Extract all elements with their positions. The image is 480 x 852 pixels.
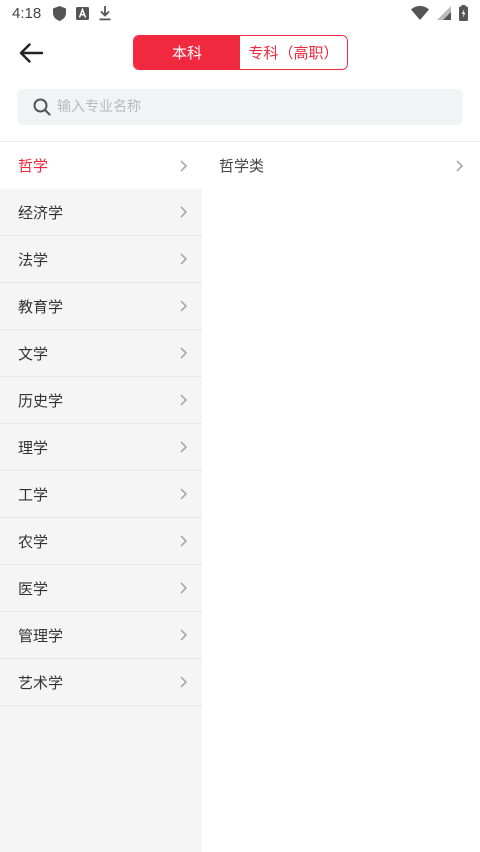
chevron-right-icon xyxy=(454,159,464,173)
category-label: 艺术学 xyxy=(18,673,64,692)
arrow-left-icon xyxy=(19,43,43,63)
chevron-right-icon xyxy=(178,628,188,642)
category-label: 工学 xyxy=(18,485,49,504)
category-item[interactable]: 理学 xyxy=(0,424,202,471)
chevron-right-icon xyxy=(178,159,188,173)
a-badge-icon xyxy=(76,6,90,20)
chevron-right-icon xyxy=(178,487,188,501)
tab-undergraduate[interactable]: 本科 xyxy=(134,36,240,69)
category-label: 文学 xyxy=(18,344,49,363)
chevron-right-icon xyxy=(178,393,188,407)
back-button[interactable] xyxy=(16,38,46,68)
chevron-right-icon xyxy=(178,675,188,689)
chevron-right-icon xyxy=(178,299,188,313)
category-label: 医学 xyxy=(18,579,49,598)
category-item[interactable]: 历史学 xyxy=(0,377,202,424)
category-label: 历史学 xyxy=(18,391,64,410)
chevron-right-icon xyxy=(178,346,188,360)
category-item[interactable]: 艺术学 xyxy=(0,659,202,706)
chevron-right-icon xyxy=(178,581,188,595)
wifi-icon xyxy=(411,6,429,20)
category-label: 管理学 xyxy=(18,626,64,645)
category-item[interactable]: 哲学 xyxy=(0,142,202,189)
search-input[interactable] xyxy=(57,99,437,115)
category-item[interactable]: 经济学 xyxy=(0,189,202,236)
subcategory-item[interactable]: 哲学类 xyxy=(202,142,480,189)
category-item[interactable]: 管理学 xyxy=(0,612,202,659)
chevron-right-icon xyxy=(178,440,188,454)
status-time: 4:18 xyxy=(12,4,42,22)
tab-vocational[interactable]: 专科（高职） xyxy=(240,36,347,69)
category-item[interactable]: 医学 xyxy=(0,565,202,612)
category-label: 哲学 xyxy=(18,157,49,175)
category-item[interactable]: 文学 xyxy=(0,330,202,377)
header: 本科 专科（高职） xyxy=(0,28,480,76)
subcategory-label: 哲学类 xyxy=(219,157,265,175)
chevron-right-icon xyxy=(178,534,188,548)
search-icon xyxy=(33,98,51,116)
category-item[interactable]: 教育学 xyxy=(0,283,202,330)
download-icon xyxy=(99,5,111,21)
search-bar xyxy=(17,89,463,125)
chevron-right-icon xyxy=(178,205,188,219)
category-label: 教育学 xyxy=(18,297,64,316)
category-label: 经济学 xyxy=(18,203,64,222)
chevron-right-icon xyxy=(178,252,188,266)
category-label: 理学 xyxy=(18,438,49,457)
battery-icon xyxy=(459,5,468,21)
signal-icon xyxy=(437,6,451,20)
category-label: 法学 xyxy=(18,250,49,269)
category-list: 哲学 经济学 法学 教育学 文学 历史学 理学 工学 农学 医学 管理学 艺术学 xyxy=(0,142,202,852)
category-item[interactable]: 工学 xyxy=(0,471,202,518)
degree-tabs: 本科 专科（高职） xyxy=(133,35,348,70)
category-label: 农学 xyxy=(18,532,49,551)
shield-icon xyxy=(53,5,67,21)
category-item[interactable]: 法学 xyxy=(0,236,202,283)
status-bar: 4:18 xyxy=(0,0,480,26)
category-item[interactable]: 农学 xyxy=(0,518,202,565)
subcategory-list: 哲学类 xyxy=(202,142,480,852)
